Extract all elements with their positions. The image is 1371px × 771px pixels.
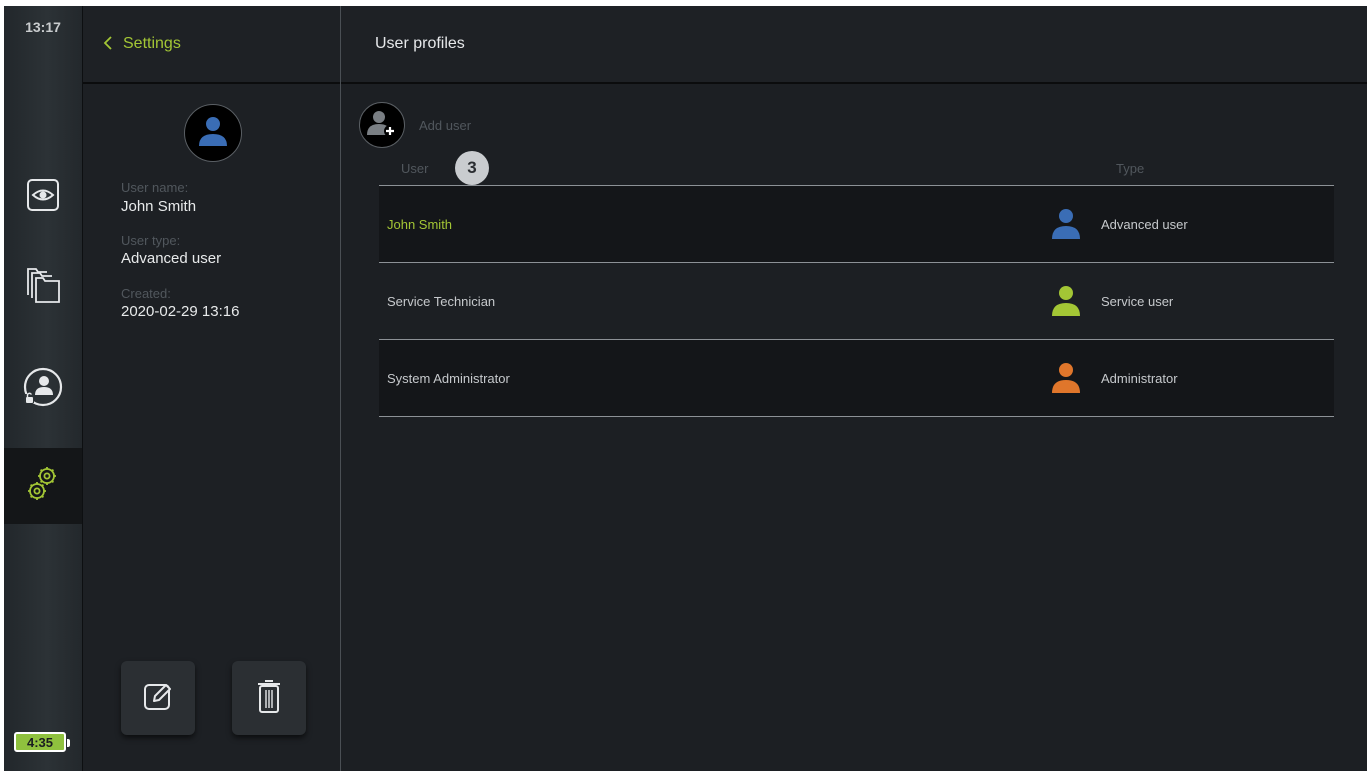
- add-user-icon: [367, 108, 397, 143]
- add-user-button[interactable]: Add user: [359, 102, 471, 148]
- callout-badge: 3: [455, 151, 489, 185]
- folders-icon: [25, 265, 61, 310]
- user-icon: [198, 115, 228, 152]
- user-name-label: User name:: [121, 180, 189, 195]
- user-type-cell: Administrator: [1101, 370, 1178, 386]
- user-table: John Smith Advanced user Service Technic…: [379, 185, 1334, 417]
- nav-live-view[interactable]: [4, 159, 82, 235]
- user-type-label: User type:: [121, 233, 181, 248]
- add-user-label: Add user: [419, 117, 472, 133]
- trash-icon: [256, 678, 282, 719]
- add-user-avatar: [359, 102, 405, 148]
- nav-rail: 13:17 4:35: [4, 6, 83, 771]
- table-row[interactable]: System Administrator Administrator: [379, 340, 1334, 417]
- user-profiles-panel: User profiles Add user User 3 Type John …: [341, 6, 1367, 771]
- table-row[interactable]: Service Technician Service user: [379, 263, 1334, 340]
- back-label: Settings: [123, 35, 181, 52]
- created-value: 2020-02-29 13:16: [121, 303, 240, 320]
- delete-user-button[interactable]: [232, 661, 306, 735]
- edit-user-button[interactable]: [121, 661, 195, 735]
- page-title: User profiles: [341, 6, 1367, 84]
- nav-files[interactable]: [4, 249, 82, 325]
- user-name-cell: System Administrator: [387, 370, 510, 386]
- person-icon: [1051, 362, 1081, 399]
- column-header-user[interactable]: User: [401, 161, 428, 176]
- user-type-cell: Advanced user: [1101, 216, 1188, 232]
- user-name-cell: Service Technician: [387, 293, 496, 309]
- eye-icon: [26, 178, 60, 217]
- user-type-cell: Service user: [1101, 293, 1174, 309]
- nav-settings[interactable]: [4, 448, 82, 524]
- user-name-value: John Smith: [121, 198, 197, 215]
- nav-login[interactable]: [4, 351, 82, 427]
- user-name-cell: John Smith: [387, 216, 453, 232]
- battery-indicator: 4:35: [14, 732, 70, 752]
- selected-user-avatar: [184, 104, 242, 162]
- chevron-left-icon: [103, 34, 113, 55]
- user-type-value: Advanced user: [121, 250, 222, 267]
- column-header-type[interactable]: Type: [1116, 161, 1144, 176]
- person-icon: [1051, 285, 1081, 322]
- user-detail-panel: Settings User name: John Smith User type…: [83, 6, 341, 771]
- person-icon: [1051, 208, 1081, 245]
- table-row[interactable]: John Smith Advanced user: [379, 186, 1334, 263]
- device-screen: 13:17 4:35 Settings User name: John Smit…: [4, 6, 1367, 771]
- back-to-settings-button[interactable]: Settings: [103, 34, 181, 55]
- detail-header: Settings: [83, 6, 340, 84]
- edit-icon: [142, 680, 174, 717]
- created-label: Created:: [121, 286, 171, 301]
- clock: 13:17: [25, 19, 61, 35]
- user-lock-icon: [22, 366, 64, 413]
- gears-icon: [25, 464, 61, 509]
